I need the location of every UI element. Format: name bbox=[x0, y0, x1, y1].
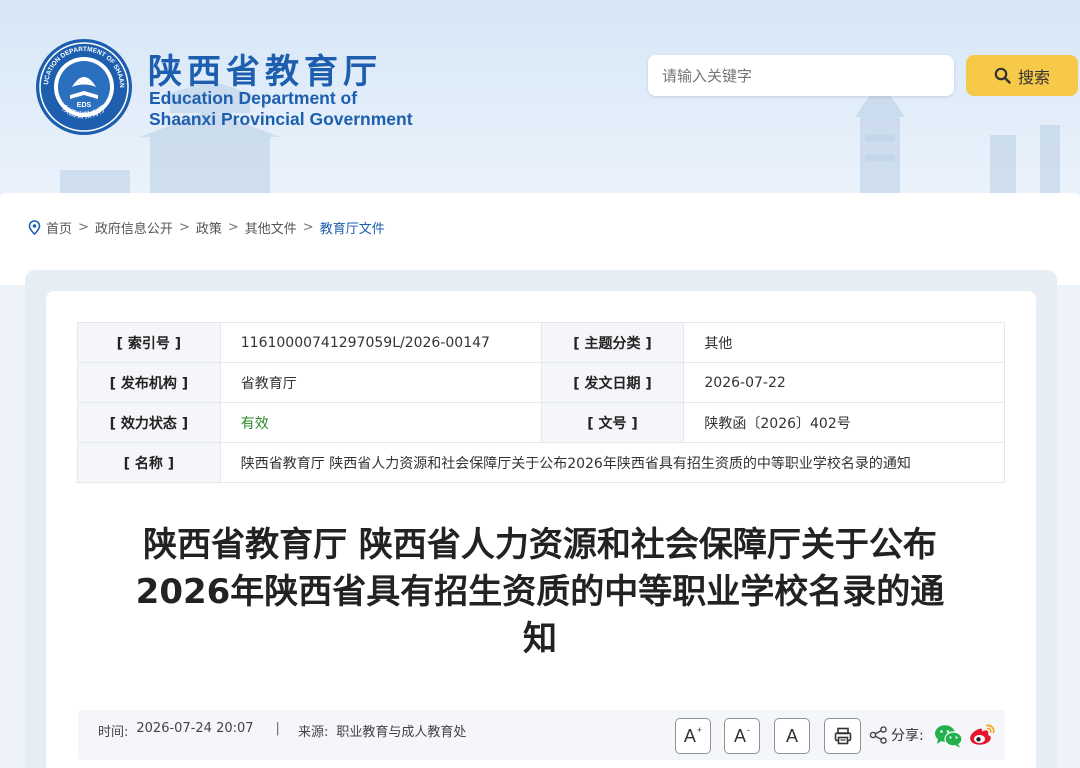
share-label: 分享: bbox=[891, 728, 924, 744]
status-label: [ 效力状态 ] bbox=[77, 402, 221, 443]
emblem-abbr: EDS bbox=[77, 102, 92, 109]
search-button[interactable]: 搜索 bbox=[966, 55, 1078, 96]
doc-number-label: [ 文号 ] bbox=[540, 402, 685, 443]
breadcrumb-gov-info[interactable]: 政府信息公开 bbox=[95, 218, 173, 237]
status-value: 有效 bbox=[219, 402, 542, 443]
breadcrumb-separator: > bbox=[178, 220, 190, 235]
wechat-share-icon[interactable] bbox=[934, 724, 963, 748]
article-info: 时间: 2026-07-24 20:07 | 来源: 职业教育与成人教育处 bbox=[98, 721, 466, 740]
issue-date-value: 2026-07-22 bbox=[683, 362, 1005, 403]
article-title-line: 陕西省教育厅 陕西省人力资源和社会保障厅关于公布 bbox=[143, 525, 937, 565]
breadcrumb: 首页 > 政府信息公开 > 政策 > 其他文件 > 教育厅文件 bbox=[28, 218, 385, 237]
font-size-reset-button[interactable]: A bbox=[774, 718, 810, 754]
search-input[interactable] bbox=[648, 55, 954, 96]
search-button-label: 搜索 bbox=[1017, 67, 1050, 87]
weibo-share-icon[interactable] bbox=[968, 723, 996, 748]
location-pin-icon bbox=[28, 220, 41, 235]
site-title-en-line1: Education Department of bbox=[149, 88, 358, 108]
breadcrumb-separator: > bbox=[302, 220, 314, 235]
publisher-label: [ 发布机构 ] bbox=[77, 362, 221, 403]
doc-number-value: 陕教函〔2026〕402号 bbox=[683, 402, 1005, 443]
printer-icon bbox=[834, 727, 851, 745]
font-size-decrease-button[interactable]: A- bbox=[724, 718, 760, 754]
site-title-cn[interactable]: 陕西省教育厅 bbox=[148, 44, 382, 93]
doc-name-label: [ 名称 ] bbox=[77, 442, 221, 483]
info-divider: | bbox=[275, 721, 280, 736]
publisher-value: 省教育厅 bbox=[219, 362, 542, 403]
document-meta-table: [ 索引号 ] 11610000741297059L/2026-00147 [ … bbox=[77, 322, 1006, 483]
meta-row: [ 效力状态 ] 有效 [ 文号 ] 陕教函〔2026〕402号 bbox=[77, 402, 1005, 443]
share-icon bbox=[869, 726, 887, 744]
search-icon bbox=[994, 67, 1011, 84]
breadcrumb-home[interactable]: 首页 bbox=[46, 218, 72, 237]
breadcrumb-policy[interactable]: 政策 bbox=[196, 218, 222, 237]
index-number-value: 11610000741297059L/2026-00147 bbox=[219, 322, 542, 363]
font-size-increase-button[interactable]: A + bbox=[675, 718, 711, 754]
article-title-line: 知 bbox=[523, 619, 557, 659]
font-small-sup: - bbox=[747, 725, 750, 735]
doc-name-value: 陕西省教育厅 陕西省人力资源和社会保障厅关于公布2026年陕西省具有招生资质的中… bbox=[219, 442, 1006, 483]
print-button[interactable] bbox=[824, 718, 861, 754]
site-header: EDS EDUCATION DEPARTMENT OF SHAANXI 陕西省教… bbox=[0, 0, 1080, 195]
breadcrumb-current[interactable]: 教育厅文件 bbox=[320, 218, 385, 237]
article-title: 陕西省教育厅 陕西省人力资源和社会保障厅关于公布 2026年陕西省具有招生资质的… bbox=[110, 522, 970, 663]
breadcrumb-other-docs[interactable]: 其他文件 bbox=[245, 218, 297, 237]
font-normal-glyph: A bbox=[785, 725, 798, 746]
source-value: 职业教育与成人教育处 bbox=[336, 725, 467, 740]
issue-date-label: [ 发文日期 ] bbox=[540, 362, 685, 403]
category-value: 其他 bbox=[683, 322, 1005, 363]
breadcrumb-separator: > bbox=[78, 220, 89, 235]
publish-time-label: 时间: bbox=[98, 725, 129, 740]
index-number-label: [ 索引号 ] bbox=[77, 322, 221, 363]
source-label: 来源: bbox=[297, 725, 329, 740]
share-group: 分享: bbox=[869, 725, 924, 745]
site-title-en[interactable]: Education Department of Shaanxi Provinci… bbox=[149, 88, 413, 130]
department-emblem-logo[interactable]: EDS EDUCATION DEPARTMENT OF SHAANXI 陕西省教… bbox=[34, 37, 134, 137]
font-large-glyph: A bbox=[683, 725, 696, 746]
breadcrumb-separator: > bbox=[227, 220, 239, 235]
publish-time-value: 2026-07-24 20:07 bbox=[136, 721, 254, 736]
article-title-line: 2026年陕西省具有招生资质的中等职业学校名录的通 bbox=[135, 572, 945, 612]
site-title-en-line2: Shaanxi Provincial Government bbox=[149, 109, 413, 129]
font-small-glyph: A bbox=[733, 725, 746, 746]
meta-row: [ 索引号 ] 11610000741297059L/2026-00147 [ … bbox=[77, 322, 1005, 363]
meta-row: [ 名称 ] 陕西省教育厅 陕西省人力资源和社会保障厅关于公布2026年陕西省具… bbox=[77, 442, 1006, 483]
meta-row: [ 发布机构 ] 省教育厅 [ 发文日期 ] 2026-07-22 bbox=[77, 362, 1005, 403]
category-label: [ 主题分类 ] bbox=[540, 322, 685, 363]
font-large-sup: + bbox=[696, 725, 703, 735]
